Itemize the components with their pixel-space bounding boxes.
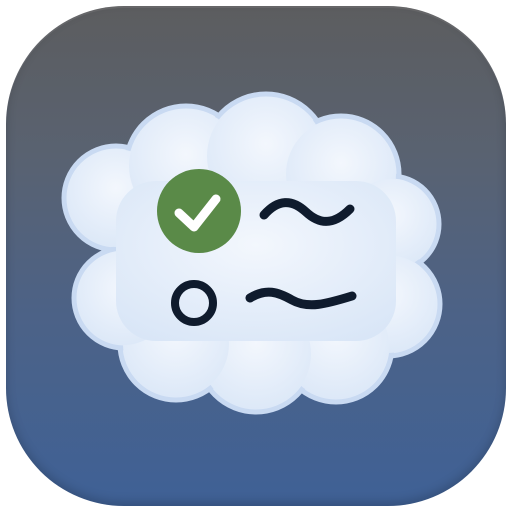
icon-artwork [61, 91, 443, 415]
app-icon [6, 6, 506, 506]
checked-circle-icon [157, 169, 241, 253]
cloud-icon [61, 91, 443, 415]
